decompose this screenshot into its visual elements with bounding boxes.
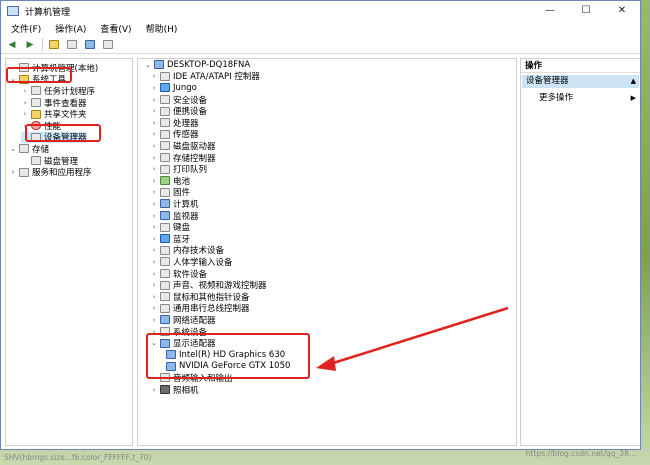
arrow-shaft bbox=[329, 306, 509, 366]
annotation-arrow bbox=[316, 306, 509, 371]
arrow-head bbox=[316, 356, 336, 371]
watermark: https://blog.csdn.net/qq_38... bbox=[525, 449, 636, 458]
